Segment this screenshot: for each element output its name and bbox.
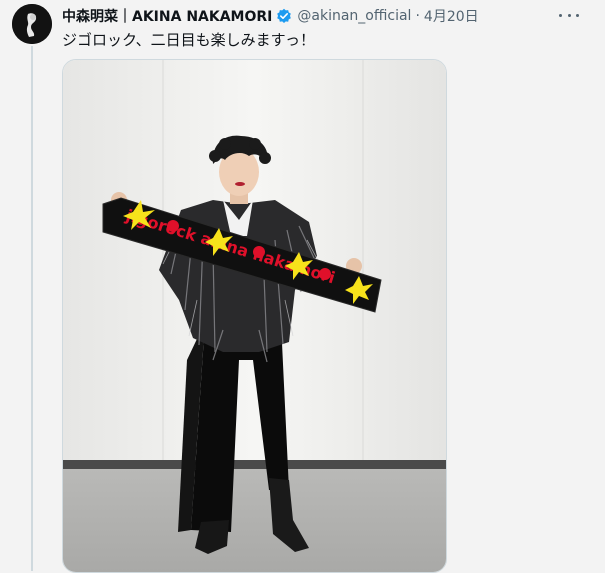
tweet-header: 中森明菜｜AKINA NAKAMORI @akinan_official · 4… [62, 5, 582, 27]
tweet-text: ジゴロック、二日目も楽しみますっ！ [62, 31, 316, 49]
author-name[interactable]: 中森明菜｜AKINA NAKAMORI [62, 6, 272, 26]
more-options-icon[interactable] [559, 8, 579, 22]
thread-line [31, 46, 33, 571]
author-handle[interactable]: @akinan_official [297, 8, 411, 24]
author-avatar[interactable] [12, 4, 52, 44]
tweet-photo[interactable]: jigorock akina nakamori [62, 59, 447, 573]
photo-illustration: jigorock akina nakamori [63, 60, 446, 572]
separator-dot: · [415, 8, 420, 24]
verified-badge-icon [276, 8, 292, 24]
tweet-date[interactable]: 4月20日 [424, 6, 479, 26]
